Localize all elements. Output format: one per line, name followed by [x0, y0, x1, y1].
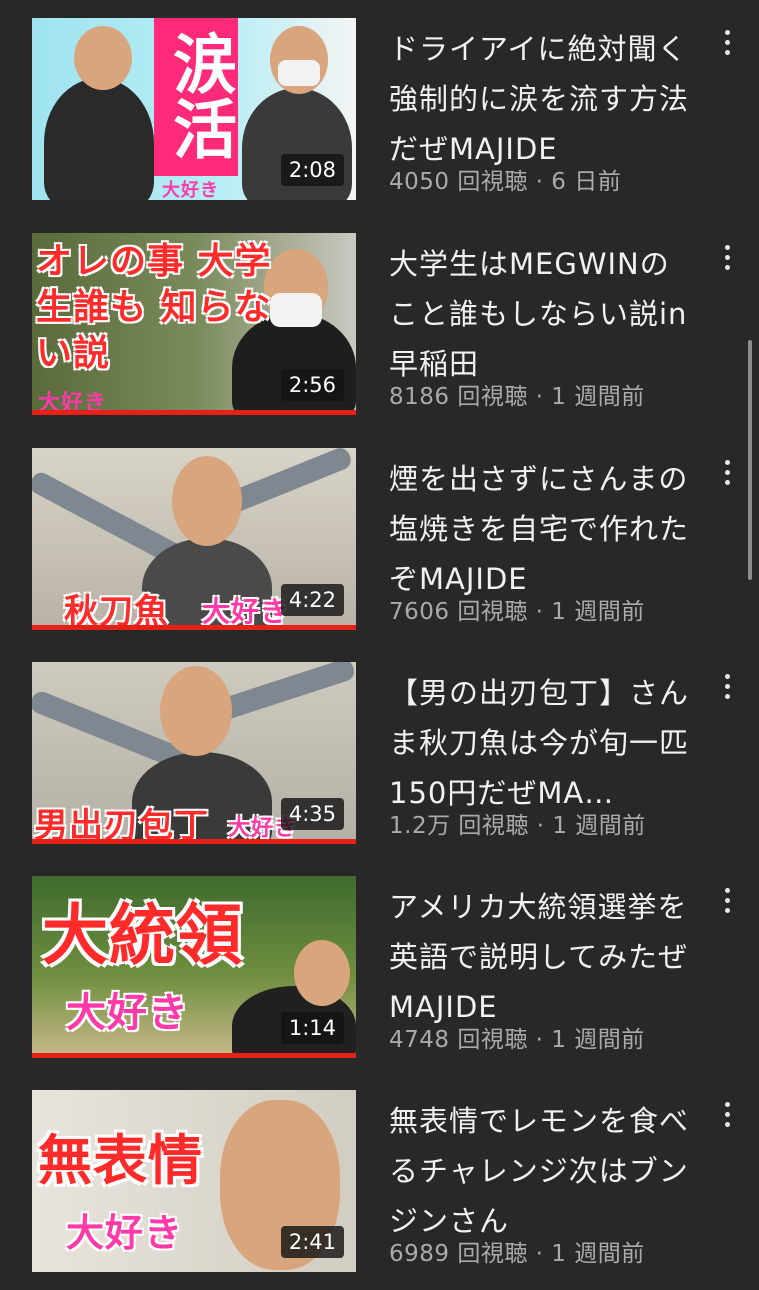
- scrollbar[interactable]: [748, 340, 752, 580]
- watch-progress: [32, 625, 356, 630]
- video-duration: 1:14: [280, 1012, 344, 1044]
- video-title[interactable]: ドライアイに絶対聞く強制的に涙を流す方法だぜMAJIDE: [389, 24, 699, 174]
- more-vert-icon[interactable]: [714, 666, 740, 706]
- video-info: 大学生はMEGWINのこと誰もしならい説in早稲田 8186 回視聴 · 1 週…: [389, 239, 699, 411]
- watch-progress: [32, 410, 356, 415]
- video-thumbnail[interactable]: 無表情 大好き 2:41: [32, 1090, 356, 1272]
- video-meta: 7606 回視聴 · 1 週間前: [389, 599, 645, 625]
- thumb-caption: 大統領: [42, 897, 243, 974]
- video-item[interactable]: 秋刀魚 大好き 4:22 煙を出さずにさんまの塩焼きを自宅で作れたぞMAJIDE…: [0, 448, 759, 648]
- video-duration: 2:41: [280, 1226, 344, 1258]
- more-vert-icon[interactable]: [714, 22, 740, 62]
- video-duration: 4:22: [280, 584, 344, 616]
- video-thumbnail[interactable]: オレの事 大学生誰も 知らない説 大好き 2:56: [32, 233, 356, 415]
- video-info: アメリカ大統領選挙を英語で説明してみたぜMAJIDE 4748 回視聴 · 1 …: [389, 882, 699, 1054]
- video-info: 煙を出さずにさんまの塩焼きを自宅で作れたぞMAJIDE 7606 回視聴 · 1…: [389, 454, 699, 626]
- video-meta: 4050 回視聴 · 6 日前: [389, 169, 622, 195]
- thumb-caption: 秋刀魚: [64, 592, 169, 630]
- video-meta: 6989 回視聴 · 1 週間前: [389, 1241, 645, 1267]
- video-title[interactable]: 大学生はMEGWINのこと誰もしならい説in早稲田: [389, 239, 699, 389]
- thumb-caption-small: 大好き: [162, 180, 219, 200]
- more-vert-icon[interactable]: [714, 880, 740, 920]
- video-feed: 涙活 大好き 2:08 ドライアイに絶対聞く強制的に涙を流す方法だぜMAJIDE…: [0, 0, 759, 1280]
- video-duration: 2:56: [280, 369, 344, 401]
- watch-progress: [32, 839, 356, 844]
- video-thumbnail[interactable]: 秋刀魚 大好き 4:22: [32, 448, 356, 630]
- video-meta: 8186 回視聴 · 1 週間前: [389, 384, 645, 410]
- thumb-caption: 無表情: [38, 1129, 203, 1192]
- video-item[interactable]: 大統領 大好き 1:14 アメリカ大統領選挙を英語で説明してみたぜMAJIDE …: [0, 876, 759, 1076]
- video-meta: 4748 回視聴 · 1 週間前: [389, 1027, 645, 1053]
- watch-progress: [32, 1053, 356, 1058]
- video-duration: 2:08: [280, 154, 344, 186]
- video-title[interactable]: 無表情でレモンを食べるチャレンジ次はブンジンさん: [389, 1096, 699, 1246]
- thumb-caption: 男出刃包丁: [34, 806, 209, 844]
- video-title[interactable]: 【男の出刃包丁】さんま秋刀魚は今が旬一匹150円だぜMA…: [389, 668, 699, 818]
- video-info: 無表情でレモンを食べるチャレンジ次はブンジンさん 6989 回視聴 · 1 週間…: [389, 1096, 699, 1268]
- video-item[interactable]: 無表情 大好き 2:41 無表情でレモンを食べるチャレンジ次はブンジンさん 69…: [0, 1090, 759, 1290]
- video-info: 【男の出刃包丁】さんま秋刀魚は今が旬一匹150円だぜMA… 1.2万 回視聴 ·…: [389, 668, 699, 840]
- video-title[interactable]: 煙を出さずにさんまの塩焼きを自宅で作れたぞMAJIDE: [389, 454, 699, 604]
- video-thumbnail[interactable]: 大統領 大好き 1:14: [32, 876, 356, 1058]
- thumb-caption-small: 大好き: [66, 1211, 184, 1255]
- more-vert-icon[interactable]: [714, 237, 740, 277]
- video-thumbnail[interactable]: 男出刃包丁 大好き 4:35: [32, 662, 356, 844]
- more-vert-icon[interactable]: [714, 452, 740, 492]
- video-meta: 1.2万 回視聴 · 1 週間前: [389, 813, 646, 839]
- thumb-caption-small: 大好き: [202, 595, 290, 628]
- video-item[interactable]: オレの事 大学生誰も 知らない説 大好き 2:56 大学生はMEGWINのこと誰…: [0, 233, 759, 433]
- video-item[interactable]: 男出刃包丁 大好き 4:35 【男の出刃包丁】さんま秋刀魚は今が旬一匹150円だ…: [0, 662, 759, 862]
- thumb-caption: オレの事 大学生誰も 知らない説: [36, 241, 272, 374]
- thumb-caption: 涙活: [154, 18, 238, 176]
- video-thumbnail[interactable]: 涙活 大好き 2:08: [32, 18, 356, 200]
- thumb-caption-small: 大好き: [66, 990, 189, 1036]
- video-title[interactable]: アメリカ大統領選挙を英語で説明してみたぜMAJIDE: [389, 882, 699, 1032]
- video-info: ドライアイに絶対聞く強制的に涙を流す方法だぜMAJIDE 4050 回視聴 · …: [389, 24, 699, 196]
- video-item[interactable]: 涙活 大好き 2:08 ドライアイに絶対聞く強制的に涙を流す方法だぜMAJIDE…: [0, 18, 759, 218]
- video-duration: 4:35: [280, 798, 344, 830]
- more-vert-icon[interactable]: [714, 1094, 740, 1134]
